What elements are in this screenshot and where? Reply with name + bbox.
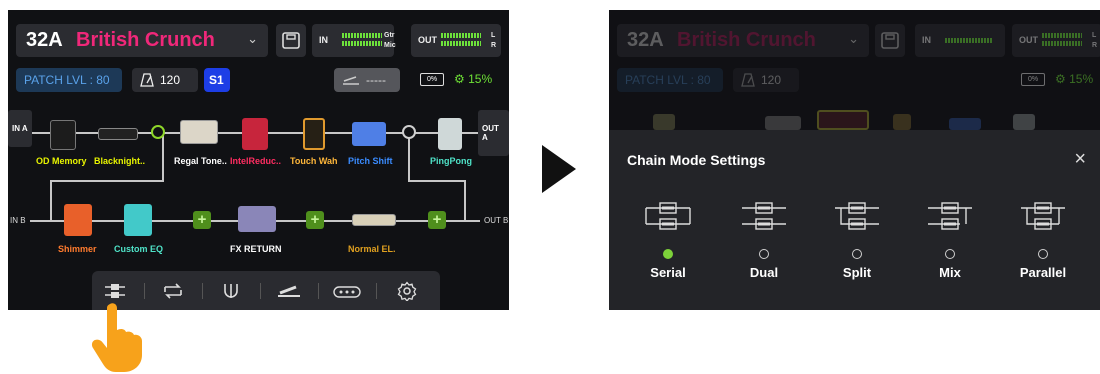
expression-pedal-icon [343,76,359,85]
fx-label-shimmer: Shimmer [58,244,97,254]
mode-radio-serial[interactable] [663,249,673,259]
tuner-icon [224,284,238,298]
input-meter-label: IN [319,35,328,45]
settings-icon [397,281,417,301]
expression-button[interactable]: ----- [334,68,400,92]
fx-label-pitch-shift: Pitch Shift [348,156,393,166]
in-tag-gtr: Gtr [384,32,395,39]
fx-label-touch-wah: Touch Wah [290,156,338,166]
serial-mode-icon [645,202,691,230]
expression-pedal-button[interactable] [274,279,304,303]
add-effect-button-3[interactable]: + [428,211,446,229]
output-b-label: OUT B [484,216,509,225]
tempo-button[interactable]: 120 [132,68,198,92]
mode-dual[interactable]: Dual [729,196,799,280]
arrow-right-icon [542,145,576,193]
out-tag-r: R [491,42,497,49]
in-tag-mic: Mic [384,42,396,49]
pedal-custom-eq[interactable] [124,204,152,236]
input-a-tab[interactable]: IN A [8,110,32,147]
pedal-pingpong[interactable] [438,118,462,150]
mode-serial[interactable]: Serial [633,196,703,280]
pedal-shimmer[interactable] [64,204,92,236]
patch-level-button[interactable]: PATCH LVL : 80 [16,68,122,92]
chain-mode-dialog: Chain Mode Settings × Serial Dual Split … [609,130,1100,310]
pedal-fx-loop[interactable] [238,206,276,232]
chain-mode-icon [105,284,125,298]
output-meter-label: OUT [418,35,437,45]
pedal-blacknight[interactable] [98,128,138,140]
output-a-tab[interactable]: OUT A [478,110,509,156]
snapshot-button[interactable]: S1 [204,68,230,92]
output-meter: OUT L R [411,24,501,57]
add-effect-button-1[interactable]: + [193,211,211,229]
preset-number: 32A [26,29,63,51]
pedal-intelreduc[interactable] [242,118,268,150]
preset-name: British Crunch [76,29,215,51]
fx-label-intelreduc: IntelReduc.. [230,156,282,166]
device-screen-chain-mode: 32A British Crunch ⌄ IN OUT L R PATCH LV… [609,10,1100,310]
fx-label-regal-tone: Regal Tone.. [174,156,227,166]
mode-radio-parallel[interactable] [1038,249,1048,259]
input-b-label: IN B [10,216,26,225]
device-screen-main: 32A British Crunch ⌄ IN Gtr Mic OUT L R … [8,10,509,310]
battery-indicator: 0% [420,73,444,86]
add-effect-button-2[interactable]: + [306,211,324,229]
expression-pedal-icon [278,285,300,297]
tempo-value: 120 [160,73,181,87]
split-node-a[interactable] [151,125,165,139]
fx-label-custom-eq: Custom EQ [114,244,164,254]
cpu-usage: ⚙ 15% [454,72,493,86]
split-mode-icon [835,202,879,230]
mode-label-split: Split [842,265,872,280]
fx-label-pingpong: PingPong [430,156,472,166]
fx-label-fx-return: FX RETURN [230,244,282,254]
mode-mix[interactable]: Mix [915,196,985,280]
mix-mode-icon [928,202,972,230]
mode-label-mix: Mix [939,265,961,280]
close-icon[interactable]: × [1074,148,1086,171]
expression-value: ----- [366,73,386,87]
cpu-value: 15% [468,72,493,86]
pedal-touch-wah[interactable] [303,118,325,150]
dual-mode-icon [742,202,786,230]
pedal-regal-tone[interactable] [180,120,218,144]
preset-selector[interactable]: 32A British Crunch ⌄ [16,24,268,57]
loop-icon [164,283,182,299]
mode-label-serial: Serial [650,265,686,280]
pedal-od-memory[interactable] [50,120,76,150]
mode-split[interactable]: Split [822,196,892,280]
footswitch-button[interactable] [332,279,362,303]
fx-label-blacknight: Blacknight.. [94,156,146,166]
pedal-pitch-shift[interactable] [352,122,386,146]
settings-button[interactable] [392,279,422,303]
mode-radio-mix[interactable] [945,249,955,259]
tap-hand-icon [91,303,142,372]
mode-radio-dual[interactable] [759,249,769,259]
metronome-icon [140,73,154,87]
chevron-down-icon: ⌄ [247,31,258,46]
dialog-title: Chain Mode Settings [627,152,766,168]
fx-label-normal-el: Normal EL. [348,244,396,254]
merge-node-a[interactable] [402,125,416,139]
looper-button[interactable] [158,279,188,303]
save-icon [282,32,300,49]
save-button[interactable] [276,24,306,57]
mode-radio-split[interactable] [852,249,862,259]
input-meter: IN Gtr Mic [312,24,396,57]
mode-parallel[interactable]: Parallel [1008,196,1078,280]
mode-label-parallel: Parallel [1019,265,1067,280]
battery-value: 0% [426,76,438,83]
pedal-normal-el[interactable] [352,214,396,226]
out-tag-l: L [491,32,496,39]
parallel-mode-icon [1021,202,1065,230]
tuner-button[interactable] [216,279,246,303]
footswitch-icon [333,286,361,298]
fx-label-od-memory: OD Memory [36,156,87,166]
dim-overlay [609,10,1100,130]
mode-label-dual: Dual [749,265,779,280]
